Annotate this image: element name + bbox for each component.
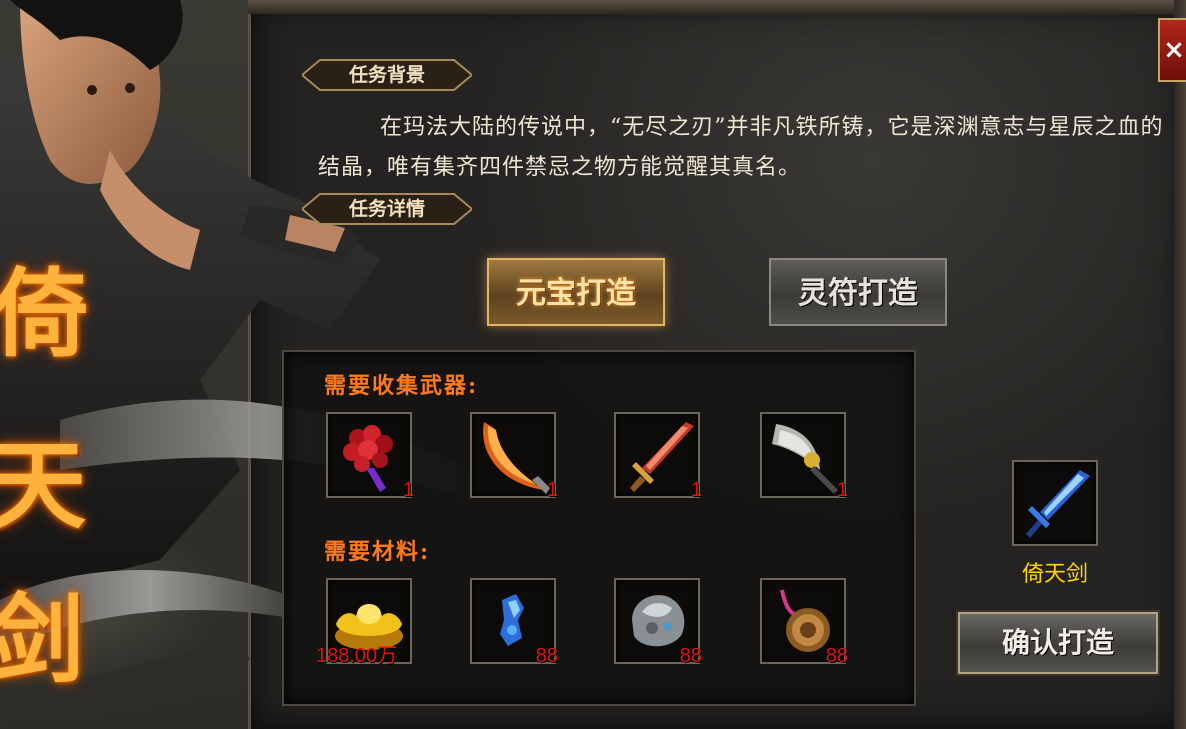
material-qty-4: 88: [825, 645, 848, 667]
section-title-detail: 任务详情: [348, 198, 425, 220]
red-sword-icon: [630, 422, 694, 492]
material-slot-1[interactable]: 188.00万: [316, 578, 412, 667]
material-slot-4[interactable]: 88: [760, 578, 848, 667]
rose-bouquet-icon: [343, 425, 393, 492]
weapon-qty-1: 1: [402, 479, 414, 501]
weapon-slot-1[interactable]: 1: [326, 412, 414, 501]
reward-item-name: 倚天剑: [1021, 561, 1088, 586]
title-char-3: 剑: [0, 583, 84, 696]
materials-required-label: 需要材料:: [324, 539, 431, 565]
weapon-slot-2[interactable]: 1: [470, 412, 558, 501]
crescent-axe-icon: [772, 424, 838, 494]
title-char-2: 天: [0, 429, 86, 542]
weapon-qty-4: 1: [836, 479, 848, 501]
material-qty-1: 188.00万: [316, 645, 398, 667]
close-button[interactable]: ×: [1158, 18, 1186, 82]
reward-slot[interactable]: [1012, 460, 1098, 546]
material-qty-3: 88: [679, 645, 702, 667]
blue-sword-icon: [1026, 470, 1090, 538]
title-char-1: 倚: [0, 257, 88, 370]
close-icon: ×: [1163, 35, 1185, 65]
section-tag-background: 任务背景: [302, 58, 472, 92]
quest-story-text: 在玛法大陆的传说中，“无尽之刃”并非凡铁所铸，它是深渊意志与星辰之血的结晶，唯有…: [318, 115, 1164, 180]
weapons-required-label: 需要收集武器:: [324, 373, 479, 399]
panel-right-border: [1174, 0, 1186, 729]
game-screen: 倚 天 剑 × 任务背景 任务详情 在玛法大陆的传说中，“无尽之刃”并非凡铁所铸…: [0, 0, 1186, 729]
weapon-slot-3[interactable]: 1: [614, 412, 702, 501]
material-slot-3[interactable]: 88: [614, 578, 702, 667]
confirm-craft-button[interactable]: 确认打造: [958, 612, 1158, 674]
weapon-qty-3: 1: [690, 479, 702, 501]
talisman-craft-button[interactable]: 灵符打造: [769, 258, 947, 326]
material-slot-2[interactable]: 88: [470, 578, 558, 667]
ingot-craft-button[interactable]: 元宝打造: [487, 258, 665, 326]
material-qty-2: 88: [535, 645, 558, 667]
section-title-background: 任务背景: [348, 64, 425, 86]
section-tag-detail: 任务详情: [302, 192, 472, 226]
weapon-qty-2: 1: [546, 479, 558, 501]
weapon-slot-4[interactable]: 1: [760, 412, 848, 501]
flame-blade-icon: [483, 422, 550, 494]
